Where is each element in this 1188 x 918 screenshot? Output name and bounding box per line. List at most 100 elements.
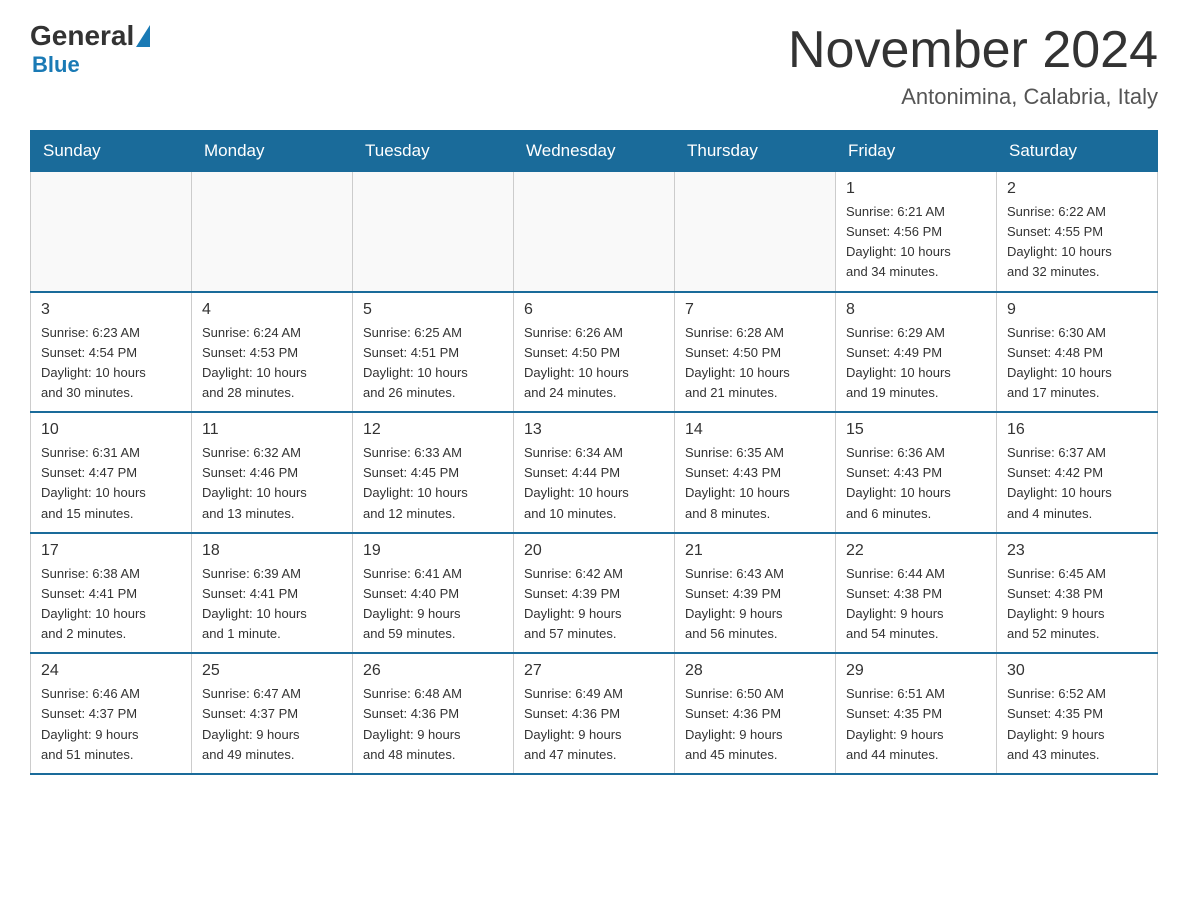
day-info: Sunrise: 6:47 AMSunset: 4:37 PMDaylight:… (202, 684, 342, 765)
day-cell: 18 Sunrise: 6:39 AMSunset: 4:41 PMDayligh… (192, 533, 353, 654)
day-cell: 21 Sunrise: 6:43 AMSunset: 4:39 PMDayligh… (675, 533, 836, 654)
day-info: Sunrise: 6:34 AMSunset: 4:44 PMDaylight:… (524, 443, 664, 524)
day-cell: 25 Sunrise: 6:47 AMSunset: 4:37 PMDayligh… (192, 653, 353, 774)
weekday-header-friday: Friday (836, 131, 997, 172)
page-header: General Blue November 2024 Antonimina, C… (30, 20, 1158, 110)
day-info: Sunrise: 6:46 AMSunset: 4:37 PMDaylight:… (41, 684, 181, 765)
day-cell (353, 172, 514, 292)
day-cell: 2 Sunrise: 6:22 AMSunset: 4:55 PMDaylight… (997, 172, 1158, 292)
day-cell: 7 Sunrise: 6:28 AMSunset: 4:50 PMDaylight… (675, 292, 836, 413)
day-cell: 3 Sunrise: 6:23 AMSunset: 4:54 PMDaylight… (31, 292, 192, 413)
day-number: 8 (846, 301, 986, 319)
day-number: 22 (846, 542, 986, 560)
day-info: Sunrise: 6:51 AMSunset: 4:35 PMDaylight:… (846, 684, 986, 765)
day-info: Sunrise: 6:41 AMSunset: 4:40 PMDaylight:… (363, 564, 503, 645)
day-info: Sunrise: 6:33 AMSunset: 4:45 PMDaylight:… (363, 443, 503, 524)
day-number: 30 (1007, 662, 1147, 680)
day-number: 26 (363, 662, 503, 680)
weekday-header-monday: Monday (192, 131, 353, 172)
day-number: 7 (685, 301, 825, 319)
day-info: Sunrise: 6:45 AMSunset: 4:38 PMDaylight:… (1007, 564, 1147, 645)
day-info: Sunrise: 6:37 AMSunset: 4:42 PMDaylight:… (1007, 443, 1147, 524)
day-number: 15 (846, 421, 986, 439)
day-cell: 23 Sunrise: 6:45 AMSunset: 4:38 PMDayligh… (997, 533, 1158, 654)
day-info: Sunrise: 6:44 AMSunset: 4:38 PMDaylight:… (846, 564, 986, 645)
day-number: 12 (363, 421, 503, 439)
logo: General Blue (30, 20, 152, 78)
day-cell (514, 172, 675, 292)
day-number: 19 (363, 542, 503, 560)
week-row-2: 3 Sunrise: 6:23 AMSunset: 4:54 PMDaylight… (31, 292, 1158, 413)
day-number: 28 (685, 662, 825, 680)
day-info: Sunrise: 6:48 AMSunset: 4:36 PMDaylight:… (363, 684, 503, 765)
day-number: 17 (41, 542, 181, 560)
day-cell: 22 Sunrise: 6:44 AMSunset: 4:38 PMDayligh… (836, 533, 997, 654)
day-cell: 19 Sunrise: 6:41 AMSunset: 4:40 PMDayligh… (353, 533, 514, 654)
day-cell: 1Sunrise: 6:21 AMSunset: 4:56 PMDaylight… (836, 172, 997, 292)
day-cell: 10Sunrise: 6:31 AMSunset: 4:47 PMDayligh… (31, 412, 192, 533)
day-cell: 27 Sunrise: 6:49 AMSunset: 4:36 PMDayligh… (514, 653, 675, 774)
logo-blue-text: Blue (32, 52, 80, 78)
day-info: Sunrise: 6:28 AMSunset: 4:50 PMDaylight:… (685, 323, 825, 404)
weekday-header-sunday: Sunday (31, 131, 192, 172)
day-info: Sunrise: 6:36 AMSunset: 4:43 PMDaylight:… (846, 443, 986, 524)
day-number: 25 (202, 662, 342, 680)
day-cell: 11Sunrise: 6:32 AMSunset: 4:46 PMDayligh… (192, 412, 353, 533)
day-cell: 14Sunrise: 6:35 AMSunset: 4:43 PMDayligh… (675, 412, 836, 533)
day-cell: 5 Sunrise: 6:25 AMSunset: 4:51 PMDaylight… (353, 292, 514, 413)
day-number: 23 (1007, 542, 1147, 560)
day-number: 9 (1007, 301, 1147, 319)
day-cell: 29Sunrise: 6:51 AMSunset: 4:35 PMDayligh… (836, 653, 997, 774)
weekday-header-saturday: Saturday (997, 131, 1158, 172)
day-number: 27 (524, 662, 664, 680)
day-cell: 26 Sunrise: 6:48 AMSunset: 4:36 PMDayligh… (353, 653, 514, 774)
week-row-4: 17 Sunrise: 6:38 AMSunset: 4:41 PMDayligh… (31, 533, 1158, 654)
day-number: 16 (1007, 421, 1147, 439)
day-cell: 30 Sunrise: 6:52 AMSunset: 4:35 PMDayligh… (997, 653, 1158, 774)
day-cell (192, 172, 353, 292)
day-info: Sunrise: 6:25 AMSunset: 4:51 PMDaylight:… (363, 323, 503, 404)
day-info: Sunrise: 6:29 AMSunset: 4:49 PMDaylight:… (846, 323, 986, 404)
day-cell: 13 Sunrise: 6:34 AMSunset: 4:44 PMDayligh… (514, 412, 675, 533)
week-row-3: 10Sunrise: 6:31 AMSunset: 4:47 PMDayligh… (31, 412, 1158, 533)
day-info: Sunrise: 6:49 AMSunset: 4:36 PMDaylight:… (524, 684, 664, 765)
weekday-header-wednesday: Wednesday (514, 131, 675, 172)
day-number: 20 (524, 542, 664, 560)
day-number: 24 (41, 662, 181, 680)
logo-general-text: General (30, 20, 134, 52)
day-number: 2 (1007, 180, 1147, 198)
day-number: 4 (202, 301, 342, 319)
day-info: Sunrise: 6:50 AMSunset: 4:36 PMDaylight:… (685, 684, 825, 765)
location-text: Antonimina, Calabria, Italy (788, 84, 1158, 110)
day-number: 11 (202, 421, 342, 439)
day-cell: 16 Sunrise: 6:37 AMSunset: 4:42 PMDayligh… (997, 412, 1158, 533)
day-number: 14 (685, 421, 825, 439)
day-number: 3 (41, 301, 181, 319)
week-row-5: 24 Sunrise: 6:46 AMSunset: 4:37 PMDayligh… (31, 653, 1158, 774)
day-cell: 6Sunrise: 6:26 AMSunset: 4:50 PMDaylight… (514, 292, 675, 413)
day-info: Sunrise: 6:52 AMSunset: 4:35 PMDaylight:… (1007, 684, 1147, 765)
day-number: 13 (524, 421, 664, 439)
day-info: Sunrise: 6:43 AMSunset: 4:39 PMDaylight:… (685, 564, 825, 645)
day-cell: 20 Sunrise: 6:42 AMSunset: 4:39 PMDayligh… (514, 533, 675, 654)
day-cell: 12 Sunrise: 6:33 AMSunset: 4:45 PMDayligh… (353, 412, 514, 533)
day-number: 18 (202, 542, 342, 560)
day-info: Sunrise: 6:42 AMSunset: 4:39 PMDaylight:… (524, 564, 664, 645)
day-cell (31, 172, 192, 292)
day-info: Sunrise: 6:30 AMSunset: 4:48 PMDaylight:… (1007, 323, 1147, 404)
day-info: Sunrise: 6:22 AMSunset: 4:55 PMDaylight:… (1007, 202, 1147, 283)
day-cell: 8 Sunrise: 6:29 AMSunset: 4:49 PMDaylight… (836, 292, 997, 413)
day-cell: 15 Sunrise: 6:36 AMSunset: 4:43 PMDayligh… (836, 412, 997, 533)
day-number: 5 (363, 301, 503, 319)
day-cell: 4 Sunrise: 6:24 AMSunset: 4:53 PMDaylight… (192, 292, 353, 413)
day-cell (675, 172, 836, 292)
day-info: Sunrise: 6:31 AMSunset: 4:47 PMDaylight:… (41, 443, 181, 524)
day-info: Sunrise: 6:39 AMSunset: 4:41 PMDaylight:… (202, 564, 342, 645)
day-number: 21 (685, 542, 825, 560)
month-title: November 2024 (788, 20, 1158, 80)
day-info: Sunrise: 6:38 AMSunset: 4:41 PMDaylight:… (41, 564, 181, 645)
weekday-header-thursday: Thursday (675, 131, 836, 172)
day-info: Sunrise: 6:23 AMSunset: 4:54 PMDaylight:… (41, 323, 181, 404)
day-info: Sunrise: 6:24 AMSunset: 4:53 PMDaylight:… (202, 323, 342, 404)
title-block: November 2024 Antonimina, Calabria, Ital… (788, 20, 1158, 110)
